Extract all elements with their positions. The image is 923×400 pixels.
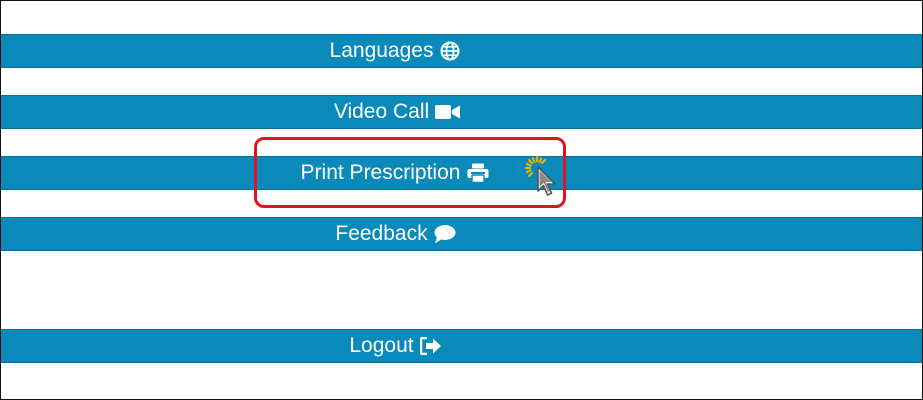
menu-item-languages[interactable]: Languages [1,34,922,68]
printer-icon [466,162,490,184]
menu-item-label: Video Call [333,100,430,123]
menu-item-label: Logout [349,334,414,357]
menu-item-logout[interactable]: Logout [1,329,922,363]
menu-item-label: Languages [329,39,434,62]
speech-bubble-icon [434,223,456,245]
menu-item-languages-content: Languages [330,39,462,63]
menu-item-feedback[interactable]: Feedback [1,217,922,251]
sign-out-icon [419,335,442,357]
menu-item-feedback-content: Feedback [335,222,456,246]
video-camera-icon [435,101,461,123]
globe-icon [439,40,461,62]
menu-item-video-call-content: Video Call [334,100,461,124]
menu-item-label: Print Prescription [300,161,461,184]
menu-item-logout-content: Logout [349,334,441,358]
menu-item-video-call[interactable]: Video Call [1,95,922,129]
menu-item-print-prescription[interactable]: Print Prescription [1,156,922,190]
menu-item-print-prescription-content: Print Prescription [301,161,491,185]
menu-item-label: Feedback [335,222,428,245]
